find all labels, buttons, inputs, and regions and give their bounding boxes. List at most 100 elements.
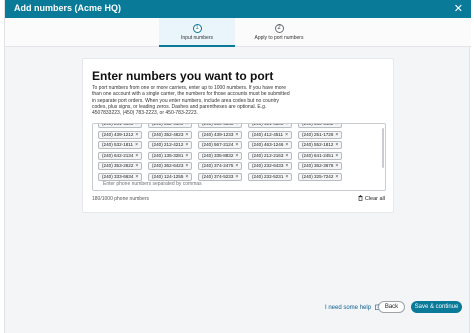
number-chip-label: (240) 463-1246 (252, 142, 284, 147)
close-icon[interactable]: ✕ (454, 2, 463, 15)
number-chip[interactable]: (240) 124-1255 × (148, 172, 193, 181)
help-label: I need some help (325, 305, 372, 311)
remove-icon[interactable]: × (335, 132, 338, 138)
number-chip[interactable]: (240) 439-1233 × (198, 130, 243, 139)
stepper: 1 Input numbers 2 Apply to port numbers (5, 18, 471, 47)
number-chip-label: (240) 641-2451 (302, 152, 334, 158)
remove-icon[interactable]: × (235, 142, 238, 148)
number-chip[interactable]: (240) 412-4511 × (248, 130, 292, 139)
remove-icon[interactable]: × (185, 174, 188, 180)
number-chip[interactable]: (240) 251-1726 × (298, 130, 343, 139)
number-chip-label: (240) 567-2124 (202, 142, 234, 147)
remove-icon[interactable]: × (285, 142, 288, 148)
remove-icon[interactable]: × (285, 124, 288, 127)
number-chip[interactable]: (240) 352-4623 × (148, 130, 193, 139)
remove-icon[interactable]: × (335, 124, 338, 127)
phone-numbers-input[interactable]: (240) 281-4000 × (240) 352-4689 × (240) 380-… (92, 123, 386, 191)
number-chip[interactable]: (240) 232-6433 × (248, 162, 293, 170)
number-chip[interactable]: (240) 333-6634 × (98, 172, 143, 181)
number-chip[interactable]: (240) 641-2451 × (298, 151, 343, 160)
number-chip[interactable]: (240) 380-5568 × (198, 123, 243, 128)
number-chip[interactable]: (240) 642-2134 × (98, 151, 143, 160)
step-number: 2 (274, 24, 284, 33)
number-count: 180/1000 phone numbers (92, 196, 149, 202)
number-chip-label: (240) 251-1726 (302, 131, 334, 137)
remove-icon[interactable]: × (135, 132, 138, 138)
remove-icon[interactable]: × (335, 142, 338, 148)
remove-icon[interactable]: × (235, 124, 238, 127)
remove-icon[interactable]: × (185, 153, 188, 159)
number-chip[interactable]: (240) 212-2163 × (248, 151, 293, 160)
remove-icon[interactable]: × (185, 142, 188, 148)
modal: Add numbers (Acme HQ) ✕ 1 Input numbers … (4, 0, 471, 333)
page-title: Enter numbers you want to port (92, 69, 274, 83)
remove-icon[interactable]: × (235, 132, 238, 138)
number-chip[interactable]: (240) 532-1811 × (98, 141, 142, 149)
remove-icon[interactable]: × (335, 163, 338, 169)
trash-icon (358, 195, 363, 201)
number-chip-label: (240) 135-3281 (152, 152, 184, 158)
number-chip[interactable]: (240) 552-1812 × (298, 141, 343, 149)
number-chip[interactable]: (240) 374-5233 × (198, 172, 243, 181)
remove-icon[interactable]: × (135, 124, 138, 127)
number-chip[interactable]: (240) 421-6300 × (248, 124, 293, 128)
number-chip[interactable]: (240) 212-4212 × (148, 141, 193, 149)
scrollbar[interactable] (382, 128, 384, 168)
remove-icon[interactable]: × (135, 142, 138, 148)
number-chip-label: (240) 439-1212 (102, 131, 134, 137)
port-numbers-card: Enter numbers you want to port To port n… (82, 58, 394, 213)
remove-icon[interactable]: × (185, 163, 188, 169)
number-chip[interactable]: (240) 567-2124 × (198, 141, 243, 149)
remove-icon[interactable]: × (135, 174, 138, 180)
number-chip[interactable]: (240) 362-3678 × (298, 162, 343, 170)
remove-icon[interactable]: × (335, 174, 338, 180)
remove-icon[interactable]: × (135, 163, 138, 169)
step-input-numbers[interactable]: 1 Input numbers (159, 18, 235, 47)
remove-icon[interactable]: × (235, 163, 238, 169)
step-label: Apply to port numbers (254, 35, 304, 41)
number-chip[interactable]: (240) 281-4000 × (98, 123, 143, 128)
remove-icon[interactable]: × (135, 153, 138, 159)
remove-icon[interactable]: × (285, 174, 288, 180)
number-chip[interactable]: (240) 325-7242 × (298, 172, 343, 181)
number-chip-label: (240) 532-1811 (102, 142, 134, 147)
remove-icon[interactable]: × (235, 153, 238, 159)
number-chip-label: (240) 335-8832 (202, 152, 234, 158)
remove-icon[interactable]: × (335, 153, 338, 159)
number-chip-label: (240) 281-4000 (102, 123, 134, 126)
number-chip[interactable]: (240) 362-6423 × (148, 162, 193, 170)
number-chip[interactable]: (240) 439-1212 × (98, 130, 143, 139)
number-chip[interactable]: (240) 383-5482 × (298, 124, 343, 128)
number-chip[interactable]: (240) 335-8832 × (198, 151, 243, 160)
remove-icon[interactable]: × (185, 124, 188, 127)
save-continue-button[interactable]: Save & continue (411, 301, 462, 313)
number-chip-label: (240) 439-1233 (202, 131, 234, 137)
back-button[interactable]: Back (378, 301, 405, 313)
remove-icon[interactable]: × (185, 132, 188, 138)
step-label: Input numbers (181, 35, 213, 41)
remove-icon[interactable]: × (235, 174, 238, 180)
instructions-text: To port numbers from one or more carrier… (92, 85, 290, 117)
number-chip[interactable]: (240) 463-1246 × (248, 141, 293, 149)
modal-header: Add numbers (Acme HQ) ✕ (5, 0, 471, 18)
number-chip-label: (240) 325-7242 (302, 173, 334, 179)
number-chip[interactable]: (240) 353-2622 × (98, 162, 143, 170)
step-apply-port-numbers[interactable]: 2 Apply to port numbers (241, 18, 317, 47)
number-chip-label: (240) 333-6634 (102, 173, 134, 179)
remove-icon[interactable]: × (285, 153, 288, 159)
number-chip-label: (240) 353-2622 (102, 163, 134, 168)
number-chip-label: (240) 212-2163 (252, 152, 284, 158)
remove-icon[interactable]: × (285, 163, 288, 169)
help-link[interactable]: I need some help (325, 304, 381, 311)
clear-all-button[interactable]: Clear all (358, 195, 385, 202)
number-chip-label: (240) 552-1812 (302, 142, 334, 147)
clear-all-label: Clear all (364, 196, 385, 202)
number-chip[interactable]: (240) 232-5231 × (248, 172, 293, 181)
number-chip-label: (240) 380-5568 (202, 123, 234, 126)
number-chip[interactable]: (240) 352-4689 × (148, 124, 193, 128)
remove-icon[interactable]: × (285, 132, 288, 138)
number-chip[interactable]: (240) 135-3281 × (148, 151, 193, 160)
number-chip[interactable]: (240) 374-2475 × (198, 162, 243, 170)
number-chip-label: (240) 124-1255 (152, 173, 184, 179)
number-chip-label: (240) 412-4511 (252, 131, 284, 137)
